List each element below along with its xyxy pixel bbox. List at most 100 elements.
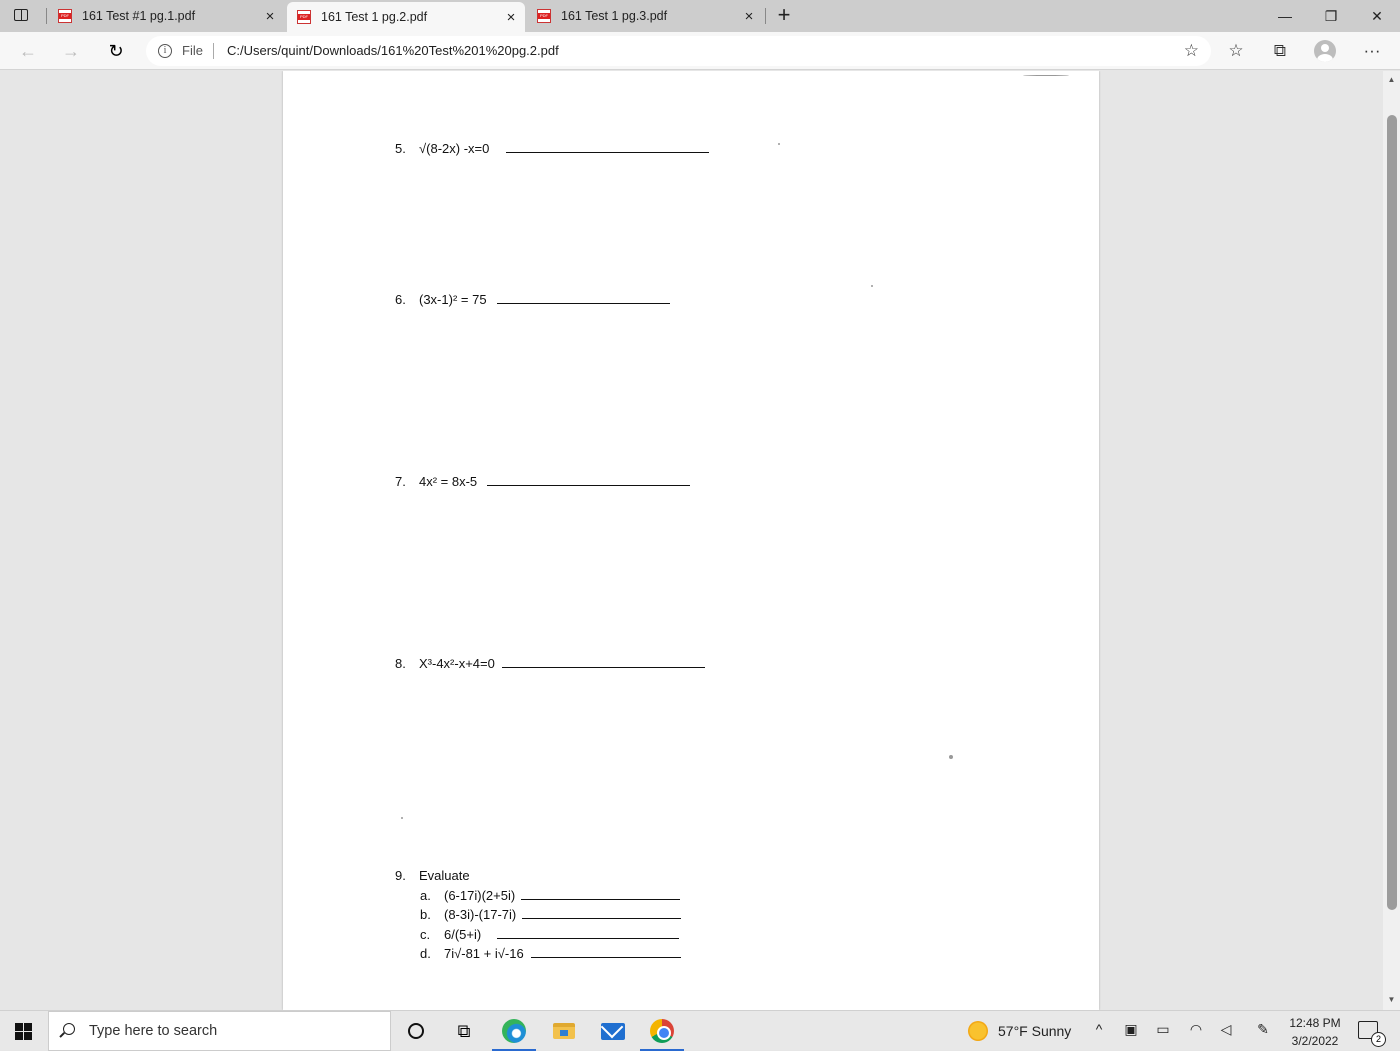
question-7: 7. 4x² = 8x-5	[395, 474, 691, 489]
subpart-a: a. (6-17i)(2+5i)	[420, 888, 681, 903]
edge-icon[interactable]	[490, 1011, 538, 1051]
clock-time: 12:48 PM	[1289, 1016, 1341, 1030]
weather-sun-icon[interactable]	[968, 1021, 988, 1041]
clock[interactable]: 12:48 PM 3/2/2022	[1282, 1014, 1348, 1050]
question-number: 8.	[395, 656, 406, 671]
chevron-up-icon[interactable]: ^	[1089, 1021, 1109, 1037]
minimize-button[interactable]: —	[1262, 4, 1308, 28]
address-divider	[213, 43, 214, 59]
notification-badge: 2	[1371, 1032, 1386, 1047]
pen-icon[interactable]: ✎	[1253, 1021, 1273, 1038]
collections-icon[interactable]: ⧉	[1268, 40, 1292, 62]
question-number: 7.	[395, 474, 406, 489]
tab-pg2[interactable]: 161 Test 1 pg.2.pdf ×	[287, 2, 525, 32]
favorites-icon[interactable]: ☆	[1224, 40, 1248, 62]
pdf-icon	[297, 10, 311, 24]
pdf-icon	[58, 9, 72, 23]
profile-avatar[interactable]	[1314, 40, 1336, 62]
taskbar-search[interactable]: Type here to search	[48, 1011, 391, 1051]
back-button[interactable]: ←	[14, 39, 42, 63]
answer-blank	[522, 909, 682, 919]
forward-button[interactable]: →	[57, 39, 85, 63]
tab-separator	[46, 8, 47, 24]
subpart-text: (8-3i)-(17-7i)	[444, 907, 517, 922]
question-text: 4x² = 8x-5	[419, 474, 478, 489]
volume-icon[interactable]: ◁	[1216, 1021, 1236, 1038]
taskbar: Type here to search ⧉ 57°F Sunny ^ ▣ ▭ ◠…	[0, 1010, 1400, 1051]
subpart-text: (6-17i)(2+5i)	[444, 888, 516, 903]
meet-now-icon[interactable]: ▣	[1121, 1021, 1141, 1038]
tab-title: 161 Test 1 pg.3.pdf	[561, 9, 668, 23]
file-explorer-icon[interactable]	[540, 1011, 588, 1051]
new-tab-button[interactable]: +	[772, 4, 796, 28]
address-bar[interactable]: i File C:/Users/quint/Downloads/161%20Te…	[146, 36, 1211, 66]
pdf-icon	[537, 9, 551, 23]
answer-blank	[501, 658, 705, 668]
scan-speck	[949, 755, 953, 759]
question-text: X³-4x²-x+4=0	[419, 656, 495, 671]
battery-icon[interactable]: ▭	[1153, 1021, 1173, 1038]
tab-actions-icon[interactable]	[8, 6, 36, 26]
scroll-thumb[interactable]	[1387, 115, 1397, 910]
close-tab-icon[interactable]: ×	[735, 8, 763, 25]
close-tab-icon[interactable]: ×	[256, 8, 284, 25]
chrome-icon[interactable]	[638, 1011, 686, 1051]
search-icon	[63, 1023, 75, 1035]
mail-icon[interactable]	[589, 1011, 637, 1051]
subpart-letter: a.	[420, 888, 431, 903]
question-text: (3x-1)² = 75	[419, 292, 487, 307]
subpart-c: c. 6/(5+i)	[420, 927, 680, 942]
subpart-text: 6/(5+i)	[444, 927, 482, 942]
scan-speck	[401, 817, 403, 819]
windows-start-icon[interactable]	[15, 1023, 32, 1040]
tab-pg1[interactable]: 161 Test #1 pg.1.pdf ×	[48, 0, 284, 32]
answer-blank	[530, 948, 681, 958]
subpart-b: b. (8-3i)-(17-7i)	[420, 907, 682, 922]
scan-speck	[1023, 75, 1069, 76]
subpart-text: 7i√-81 + i√-16	[444, 946, 524, 961]
info-icon[interactable]: i	[158, 44, 172, 58]
question-6: 6. (3x-1)² = 75	[395, 292, 670, 307]
wifi-icon[interactable]: ◠	[1186, 1021, 1206, 1038]
pdf-viewer: 5. √(8-2x) -x=0 6. (3x-1)² = 75 7. 4x² =…	[0, 71, 1383, 1010]
cortana-icon[interactable]	[392, 1011, 440, 1051]
question-number: 5.	[395, 141, 406, 156]
tab-strip: 161 Test #1 pg.1.pdf × 161 Test 1 pg.2.p…	[0, 0, 1400, 32]
scan-speck	[778, 143, 780, 145]
subpart-d: d. 7i√-81 + i√-16	[420, 946, 681, 961]
tab-title: 161 Test #1 pg.1.pdf	[82, 9, 196, 23]
search-placeholder: Type here to search	[89, 1023, 218, 1039]
subpart-letter: b.	[420, 907, 431, 922]
question-number: 6.	[395, 292, 406, 307]
scheme-label: File	[182, 43, 203, 58]
tab-separator	[765, 8, 766, 24]
question-8: 8. X³-4x²-x+4=0	[395, 656, 705, 671]
answer-blank	[496, 294, 670, 304]
weather-text[interactable]: 57°F Sunny	[998, 1023, 1071, 1039]
question-9: 9. Evaluate	[395, 868, 470, 883]
vertical-scrollbar[interactable]: ▲ ▼	[1383, 71, 1400, 1010]
scan-speck	[871, 285, 873, 287]
scroll-down-icon[interactable]: ▼	[1383, 993, 1400, 1007]
restore-button[interactable]: ❐	[1308, 4, 1354, 28]
subpart-letter: c.	[420, 927, 431, 942]
task-view-icon[interactable]: ⧉	[440, 1011, 488, 1051]
question-5: 5. √(8-2x) -x=0	[395, 141, 710, 156]
close-window-button[interactable]: ✕	[1354, 4, 1400, 28]
tab-pg3[interactable]: 161 Test 1 pg.3.pdf ×	[527, 0, 763, 32]
subpart-letter: d.	[420, 946, 431, 961]
add-favorite-icon[interactable]: ☆	[1184, 41, 1199, 61]
pdf-page: 5. √(8-2x) -x=0 6. (3x-1)² = 75 7. 4x² =…	[283, 71, 1099, 1010]
answer-blank	[506, 143, 710, 153]
answer-blank	[487, 476, 691, 486]
scroll-up-icon[interactable]: ▲	[1383, 73, 1400, 87]
question-number: 9.	[395, 868, 406, 883]
close-tab-icon[interactable]: ×	[497, 9, 525, 26]
answer-blank	[497, 929, 680, 939]
refresh-button[interactable]: ↻	[102, 39, 130, 63]
notifications-icon[interactable]: 2	[1358, 1021, 1386, 1047]
url-text[interactable]: C:/Users/quint/Downloads/161%20Test%201%…	[227, 43, 559, 58]
question-text: √(8-2x) -x=0	[419, 141, 490, 156]
question-text: Evaluate	[419, 868, 470, 883]
more-menu-icon[interactable]: ···	[1360, 40, 1384, 62]
